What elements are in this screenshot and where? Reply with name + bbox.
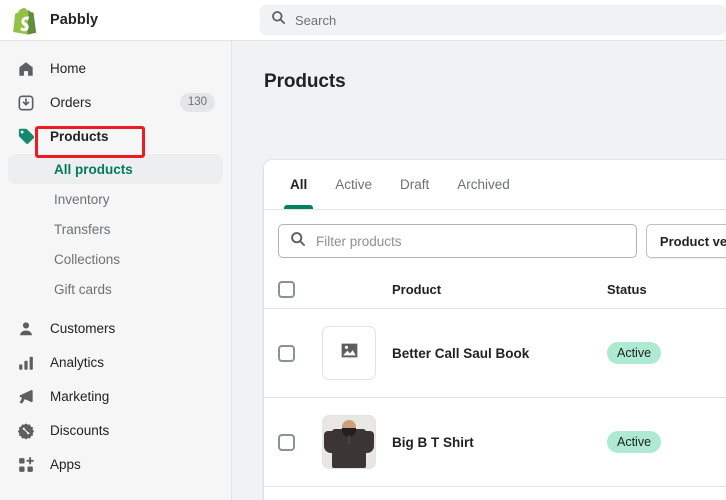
sidebar-subitem-label-transfers: Transfers — [54, 221, 111, 237]
search-placeholder: Search — [295, 12, 337, 28]
sidebar-subitem-label-inventory: Inventory — [54, 191, 110, 207]
filter-products-placeholder: Filter products — [316, 233, 402, 249]
home-icon — [16, 59, 36, 79]
orders-count-badge: 130 — [179, 93, 215, 112]
app-root: Pabbly Search Home Orders 130 Products A… — [0, 0, 726, 500]
sidebar-item-home[interactable]: Home — [8, 52, 223, 85]
product-name: Better Call Saul Book — [392, 345, 530, 361]
table-row[interactable]: Better Call Saul Book Active — [264, 309, 726, 398]
product-vendor-button[interactable]: Product vendor — [645, 224, 726, 258]
tab-active-label: Active — [335, 177, 373, 192]
sidebar-item-label-apps: Apps — [50, 457, 81, 472]
column-header-product: Product — [392, 282, 442, 297]
table-row[interactable] — [264, 487, 726, 500]
row-thumbnail-cell — [322, 415, 392, 469]
tab-archived-label: Archived — [457, 177, 510, 192]
apps-grid-plus-icon — [16, 455, 36, 475]
product-name: Big B T Shirt — [392, 434, 474, 450]
search-input[interactable]: Search — [260, 5, 726, 35]
sidebar-item-label-home: Home — [50, 61, 87, 76]
tab-all-label: All — [290, 177, 308, 192]
tab-active[interactable]: Active — [321, 160, 386, 209]
marketing-megaphone-icon — [16, 387, 36, 407]
sidebar-subitem-inventory[interactable]: Inventory — [8, 184, 223, 214]
brand-name: Pabbly — [50, 12, 99, 28]
tab-draft-label: Draft — [400, 177, 430, 192]
sidebar-item-label-orders: Orders — [50, 95, 92, 110]
orders-inbox-icon — [16, 93, 36, 113]
row-select-cell — [278, 344, 322, 362]
column-header-status: Status — [607, 282, 647, 297]
tshirt-photo — [323, 416, 375, 468]
sidebar-item-products[interactable]: Products — [8, 120, 223, 153]
sidebar-item-customers[interactable]: Customers — [8, 312, 223, 345]
sidebar-item-orders[interactable]: Orders 130 — [8, 86, 223, 119]
table-row[interactable]: Big B T Shirt Active — [264, 398, 726, 487]
sidebar-subitem-collections[interactable]: Collections — [8, 244, 223, 274]
brand-area[interactable]: Pabbly — [0, 0, 232, 40]
sidebar-subitem-label-gift-cards: Gift cards — [54, 281, 112, 297]
row-thumbnail-cell — [322, 326, 392, 380]
sidebar-item-marketing[interactable]: Marketing — [8, 380, 223, 413]
tab-archived[interactable]: Archived — [443, 160, 524, 209]
main-content: Products All Active Draft Archived Filte… — [233, 41, 726, 500]
analytics-bar-chart-icon — [16, 353, 36, 373]
tab-all[interactable]: All — [276, 160, 321, 209]
shopify-bag-icon — [12, 6, 39, 35]
search-icon — [290, 231, 306, 252]
status-cell: Active — [607, 430, 717, 454]
product-vendor-button-label: Product vendor — [659, 233, 726, 249]
products-card: All Active Draft Archived Filter product… — [264, 160, 726, 500]
sidebar-subitem-transfers[interactable]: Transfers — [8, 214, 223, 244]
sidebar-item-label-customers: Customers — [50, 321, 116, 336]
status-badge: Active — [607, 341, 662, 365]
global-search-area: Search — [232, 0, 726, 40]
sidebar-subitem-gift-cards[interactable]: Gift cards — [8, 274, 223, 304]
status-badge: Active — [607, 430, 662, 454]
tab-draft[interactable]: Draft — [386, 160, 443, 209]
sidebar-item-label-discounts: Discounts — [50, 423, 110, 438]
sidebar-item-analytics[interactable]: Analytics — [8, 346, 223, 379]
search-icon — [271, 10, 286, 30]
customers-person-icon — [16, 319, 36, 339]
select-all-cell — [278, 281, 322, 298]
row-select-cell — [278, 433, 322, 451]
row-checkbox[interactable] — [278, 433, 295, 451]
table-header-row: Product Status — [264, 271, 726, 309]
sidebar-item-label-analytics: Analytics — [50, 355, 105, 370]
status-cell: Active — [607, 341, 717, 365]
sidebar-item-label-marketing: Marketing — [50, 389, 110, 404]
sidebar-item-label-products: Products — [50, 129, 109, 144]
sidebar-item-discounts[interactable]: Discounts — [8, 414, 223, 447]
products-tag-icon — [16, 127, 36, 147]
filter-row: Filter products Product vendor — [264, 210, 726, 271]
sidebar-subitem-label-all-products: All products — [54, 161, 133, 177]
sidebar-subitem-label-collections: Collections — [54, 251, 121, 267]
sidebar-subitem-all-products[interactable]: All products — [8, 154, 223, 184]
product-thumbnail — [322, 326, 376, 380]
page-title: Products — [264, 71, 346, 92]
product-tabs: All Active Draft Archived — [264, 160, 726, 210]
select-all-checkbox[interactable] — [278, 281, 295, 298]
sidebar: Home Orders 130 Products All products In… — [0, 41, 232, 500]
product-thumbnail — [322, 415, 376, 469]
image-placeholder-icon — [339, 340, 360, 366]
top-bar: Pabbly Search — [0, 0, 726, 41]
discounts-percent-icon — [16, 421, 36, 441]
row-checkbox[interactable] — [278, 344, 295, 362]
sidebar-item-apps[interactable]: Apps — [8, 448, 223, 481]
filter-products-input[interactable]: Filter products — [278, 224, 637, 258]
